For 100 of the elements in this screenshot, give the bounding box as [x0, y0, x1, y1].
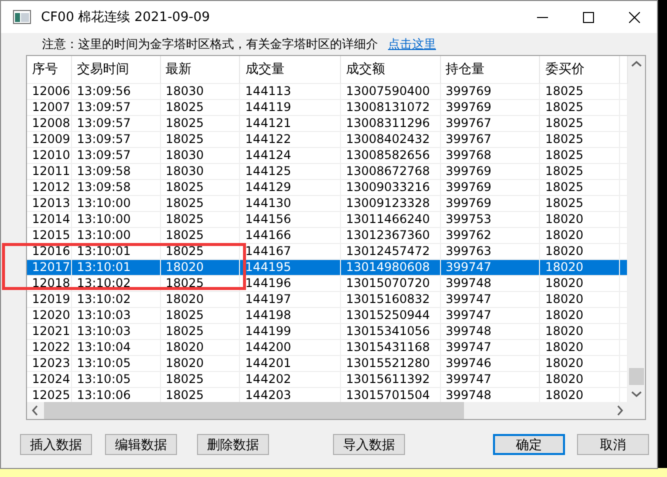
table-cell: 13:09:56	[72, 84, 161, 100]
column-header[interactable]: 持仓量	[440, 56, 540, 84]
column-header[interactable]: 成交额	[340, 56, 441, 84]
table-cell: 144166	[240, 228, 341, 244]
table-row[interactable]: 12023 13:10:05 18020 144201 13015521280 399746 18020	[27, 356, 628, 372]
table-cell: 399747	[440, 292, 540, 308]
table-cell: 13:10:02	[72, 292, 161, 308]
table-cell: 18020	[540, 308, 620, 324]
table-row[interactable]: 12007 13:09:57 18025 144119 13008131072 399769 18025	[27, 100, 628, 116]
table-row[interactable]: 12024 13:10:05 18025 144202 13015611392 399747 18020	[27, 372, 628, 388]
dialog-button[interactable]: 取消	[577, 434, 649, 455]
table-row[interactable]: 12008 13:09:57 18025 144121 13008311296 399767 18025	[27, 116, 628, 132]
table-cell: 18020	[540, 228, 620, 244]
table-cell: 18020	[540, 292, 620, 308]
table-row[interactable]: 12017 13:10:01 18020 144195 13014980608 399747 18020	[27, 260, 628, 276]
column-header[interactable]: 委买价	[540, 56, 620, 84]
table-cell: 13:10:00	[72, 228, 161, 244]
table-cell: 13008672768	[340, 164, 441, 180]
vertical-scrollbar[interactable]	[628, 56, 645, 402]
table-cell: 13:09:58	[72, 164, 161, 180]
window-title: CF00 棉花连续 2021-09-09	[41, 9, 211, 26]
table-cell: 13015521280	[340, 356, 441, 372]
table-row[interactable]: 12012 13:09:58 18025 144129 13009033216 399769 18025	[27, 180, 628, 196]
table-cell: 399747	[440, 372, 540, 388]
table-cell: 13009123328	[340, 196, 441, 212]
dialog-button[interactable]: 编辑数据	[105, 434, 177, 455]
table-cell: 18020	[160, 340, 240, 356]
table-cell: 18025	[540, 116, 620, 132]
table-row[interactable]: 12020 13:10:03 18025 144198 13015250944 399747 18020	[27, 308, 628, 324]
dialog-button[interactable]: 插入数据	[20, 434, 92, 455]
table-cell: 144200	[240, 340, 341, 356]
table-row[interactable]: 12022 13:10:04 18020 144200 13015431168 399747 18020	[27, 340, 628, 356]
table-cell: 399748	[440, 324, 540, 340]
table-row[interactable]: 12009 13:09:57 18025 144122 13008402432 399767 18025	[27, 132, 628, 148]
column-header[interactable]: 交易时间	[72, 56, 161, 84]
table-cell: 13:10:05	[72, 372, 161, 388]
table-row[interactable]: 12011 13:09:58 18030 144125 13008672768 399769 18025	[27, 164, 628, 180]
table-cell: 12017	[27, 260, 72, 276]
table-cell: 13:10:04	[72, 340, 161, 356]
column-header[interactable]: 序号	[27, 56, 72, 84]
table-cell: 12011	[27, 164, 72, 180]
table-cell: 12009	[27, 132, 72, 148]
table-cell: 13:10:02	[72, 276, 161, 292]
table-row[interactable]: 12006 13:09:56 18030 144113 13007590400 399769 18025	[27, 84, 628, 100]
table-cell: 18030	[160, 164, 240, 180]
horizontal-scrollbar[interactable]	[27, 402, 645, 419]
table-cell: 18025	[160, 212, 240, 228]
table-cell: 144202	[240, 372, 341, 388]
table-cell: 399767	[440, 132, 540, 148]
table-cell: 13:09:57	[72, 132, 161, 148]
table-cell: 13:10:01	[72, 260, 161, 276]
table-row[interactable]: 12010 13:09:57 18030 144124 13008582656 399768 18025	[27, 148, 628, 164]
table-cell: 399762	[440, 228, 540, 244]
dialog-button[interactable]: 删除数据	[197, 434, 269, 455]
table-cell: 13015160832	[340, 292, 441, 308]
table-cell: 144196	[240, 276, 341, 292]
table-row[interactable]: 12014 13:10:00 18025 144156 13011466240 399753 18020	[27, 212, 628, 228]
dialog-button[interactable]: 确定	[493, 434, 565, 455]
notice-text: 注意：这里的时间为金字塔时区格式，有关金字塔时区的详细介	[42, 36, 378, 52]
table-cell: 13015341056	[340, 324, 441, 340]
column-header[interactable]: 成交量	[240, 56, 341, 84]
table-cell: 18020	[540, 276, 620, 292]
table-cell: 13:09:57	[72, 116, 161, 132]
table-cell: 18025	[160, 196, 240, 212]
table-row[interactable]: 12013 13:10:00 18025 144130 13009123328 399769 18025	[27, 196, 628, 212]
dialog-button[interactable]: 导入数据	[333, 434, 405, 455]
table-cell: 399769	[440, 100, 540, 116]
column-header[interactable]: 最新	[160, 56, 240, 84]
table-row[interactable]: 12019 13:10:02 18020 144197 13015160832 399747 18020	[27, 292, 628, 308]
table-cell: 18020	[540, 340, 620, 356]
table-cell: 18020	[160, 292, 240, 308]
table-cell: 18020	[540, 212, 620, 228]
table-cell: 13:09:58	[72, 180, 161, 196]
table-cell: 144129	[240, 180, 341, 196]
table-cell: 18025	[160, 132, 240, 148]
notice-link[interactable]: 点击这里	[388, 36, 436, 52]
table-cell: 12023	[27, 356, 72, 372]
table-cell: 12018	[27, 276, 72, 292]
table-cell: 12010	[27, 148, 72, 164]
table-cell: 18025	[160, 276, 240, 292]
table-cell: 13:10:03	[72, 324, 161, 340]
table-cell: 18030	[160, 148, 240, 164]
table-cell: 399753	[440, 212, 540, 228]
table-row[interactable]: 12021 13:10:03 18025 144199 13015341056 399748 18020	[27, 324, 628, 340]
table-cell: 18025	[160, 180, 240, 196]
table-cell: 13015431168	[340, 340, 441, 356]
scroll-thumb[interactable]	[44, 402, 464, 419]
table-cell: 399767	[440, 116, 540, 132]
table-cell: 18025	[160, 308, 240, 324]
close-icon	[628, 12, 640, 22]
table-row[interactable]: 12018 13:10:02 18025 144196 13015070720 399748 18020	[27, 276, 628, 292]
table-cell: 13015070720	[340, 276, 441, 292]
table-cell: 18025	[540, 164, 620, 180]
table-cell: 12024	[27, 372, 72, 388]
table-cell: 18030	[160, 84, 240, 100]
table-cell: 144198	[240, 308, 341, 324]
table-cell: 13015250944	[340, 308, 441, 324]
table-cell: 13007590400	[340, 84, 441, 100]
table-row[interactable]: 12015 13:10:00 18025 144166 13012367360 399762 18020	[27, 228, 628, 244]
scroll-thumb[interactable]	[629, 368, 644, 385]
